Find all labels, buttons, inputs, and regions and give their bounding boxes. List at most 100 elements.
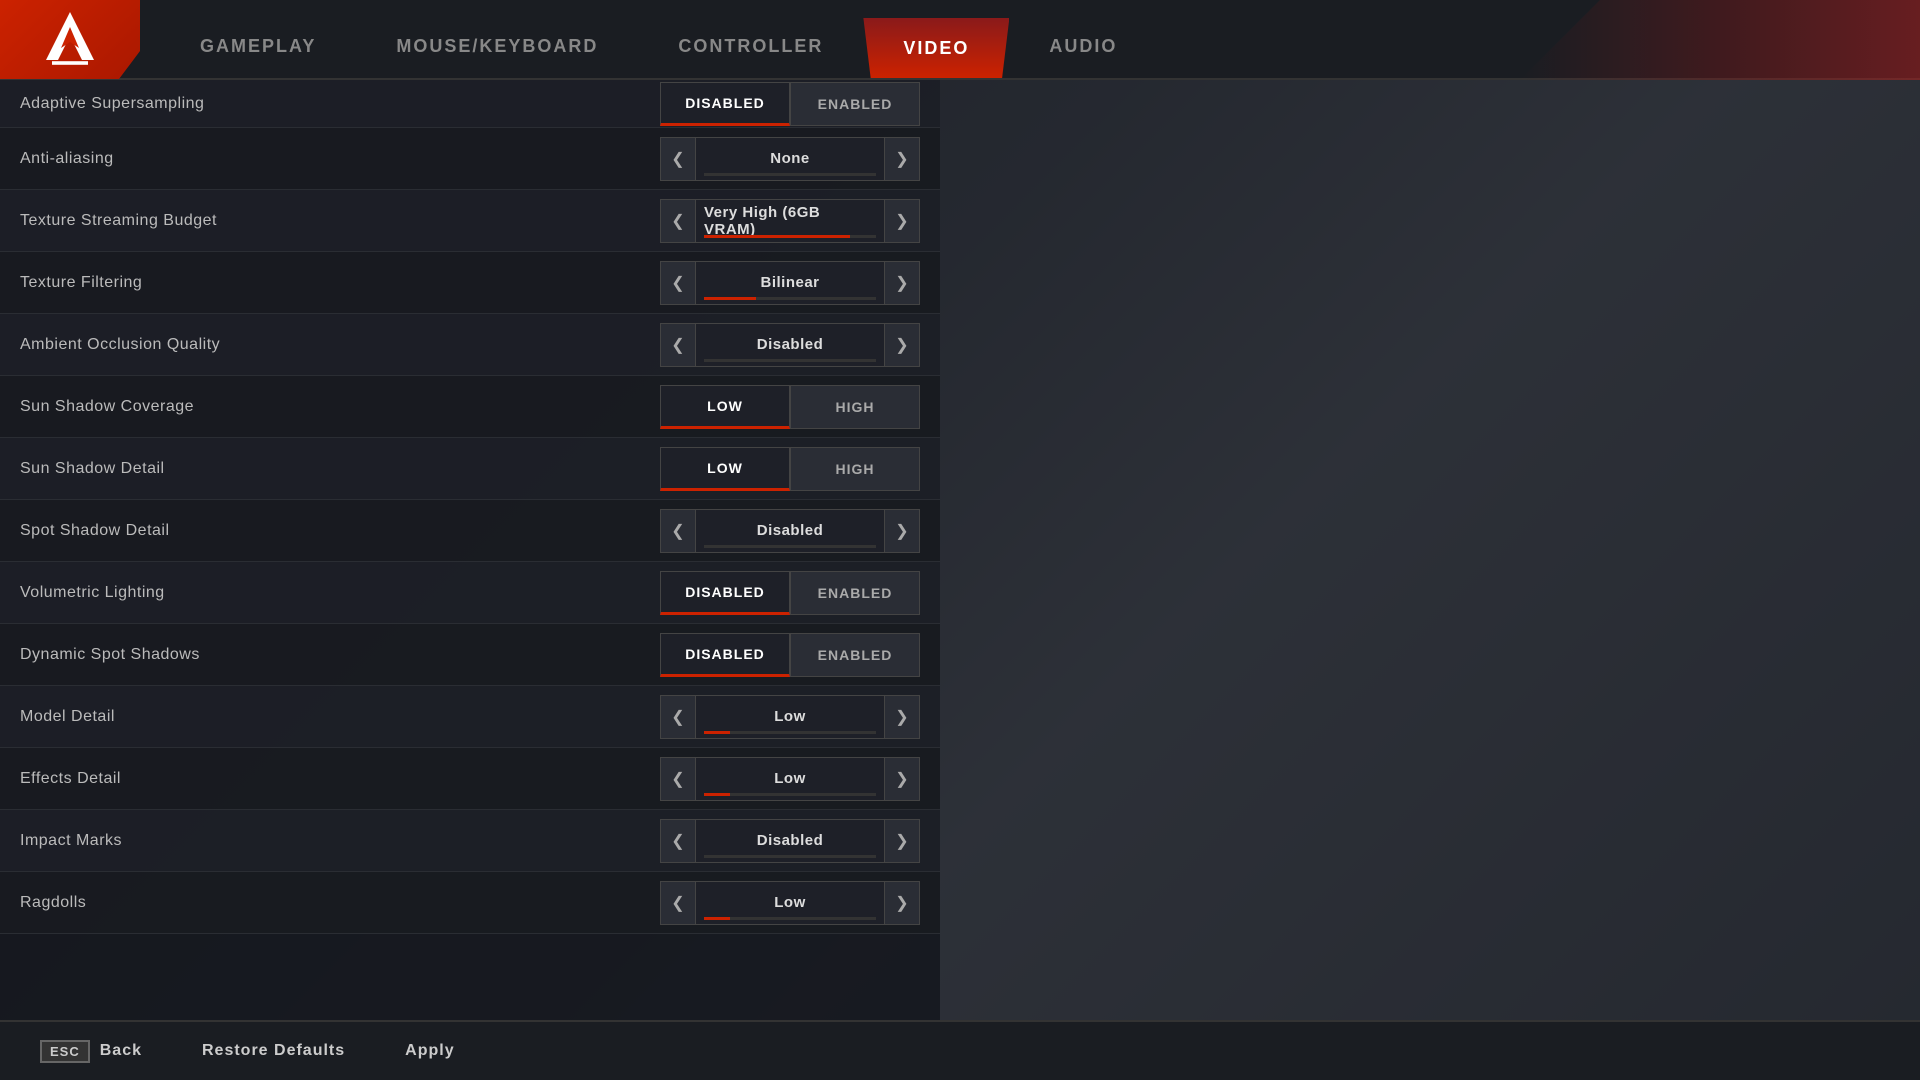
arrow-right-texture-filtering[interactable]: ❯ bbox=[884, 261, 920, 305]
setting-label-dynamic-spot-shadows: Dynamic Spot Shadows bbox=[20, 646, 660, 664]
toggle-btn-sun-shadow-coverage-high[interactable]: High bbox=[790, 385, 920, 429]
back-label: Back bbox=[100, 1042, 142, 1060]
setting-label-model-detail: Model Detail bbox=[20, 708, 660, 726]
value-display-effects-detail: Low bbox=[696, 757, 884, 801]
value-text-anti-aliasing: None bbox=[770, 150, 810, 167]
arrow-right-effects-detail[interactable]: ❯ bbox=[884, 757, 920, 801]
setting-label-adaptive-supersampling: Adaptive Supersampling bbox=[20, 95, 660, 113]
setting-row-sun-shadow-detail: Sun Shadow DetailLowHigh bbox=[0, 438, 940, 500]
value-bar-fill-effects-detail bbox=[704, 793, 730, 796]
setting-row-impact-marks: Impact Marks❮Disabled❯ bbox=[0, 810, 940, 872]
setting-label-volumetric-lighting: Volumetric Lighting bbox=[20, 584, 660, 602]
nav-tab-controller[interactable]: CONTROLLER bbox=[638, 18, 863, 78]
arrow-control-anti-aliasing: ❮ None ❯ bbox=[660, 137, 920, 181]
value-display-ragdolls: Low bbox=[696, 881, 884, 925]
toggle-btn-adaptive-supersampling-enabled[interactable]: Enabled bbox=[790, 82, 920, 126]
value-text-ambient-occlusion: Disabled bbox=[757, 336, 824, 353]
esc-key: ESC bbox=[40, 1040, 90, 1063]
value-bar-texture-streaming-budget bbox=[704, 235, 876, 238]
header: GAMEPLAYMOUSE/KEYBOARDCONTROLLERVIDEOAUD… bbox=[0, 0, 1920, 80]
toggle-btn-sun-shadow-detail-low[interactable]: Low bbox=[660, 447, 790, 491]
arrow-right-texture-streaming-budget[interactable]: ❯ bbox=[884, 199, 920, 243]
toggle-btn-sun-shadow-coverage-low[interactable]: Low bbox=[660, 385, 790, 429]
arrow-left-texture-filtering[interactable]: ❮ bbox=[660, 261, 696, 305]
setting-row-anti-aliasing: Anti-aliasing❮ None ❯ bbox=[0, 128, 940, 190]
toggle-btn-dynamic-spot-shadows-enabled[interactable]: Enabled bbox=[790, 633, 920, 677]
arrow-right-ragdolls[interactable]: ❯ bbox=[884, 881, 920, 925]
setting-row-sun-shadow-coverage: Sun Shadow CoverageLowHigh bbox=[0, 376, 940, 438]
setting-control-dynamic-spot-shadows: DisabledEnabled bbox=[660, 633, 920, 677]
setting-row-volumetric-lighting: Volumetric LightingDisabledEnabled bbox=[0, 562, 940, 624]
toggle-btn-volumetric-lighting-enabled[interactable]: Enabled bbox=[790, 571, 920, 615]
nav-tab-gameplay[interactable]: GAMEPLAY bbox=[160, 18, 356, 78]
value-text-effects-detail: Low bbox=[774, 770, 806, 787]
setting-row-effects-detail: Effects Detail❮ Low ❯ bbox=[0, 748, 940, 810]
arrow-left-anti-aliasing[interactable]: ❮ bbox=[660, 137, 696, 181]
arrow-left-model-detail[interactable]: ❮ bbox=[660, 695, 696, 739]
arrow-control-texture-streaming-budget: ❮Very High (6GB VRAM)❯ bbox=[660, 199, 920, 243]
back-button[interactable]: ESC Back bbox=[40, 1040, 142, 1063]
arrow-control-ragdolls: ❮Low❯ bbox=[660, 881, 920, 925]
setting-control-anti-aliasing: ❮ None ❯ bbox=[660, 137, 920, 181]
arrow-left-effects-detail[interactable]: ❮ bbox=[660, 757, 696, 801]
setting-row-dynamic-spot-shadows: Dynamic Spot ShadowsDisabledEnabled bbox=[0, 624, 940, 686]
settings-list[interactable]: Adaptive SupersamplingDisabledEnabledAnt… bbox=[0, 80, 940, 1020]
nav-tab-video[interactable]: VIDEO bbox=[863, 18, 1009, 78]
setting-control-ambient-occlusion: ❮ Disabled ❯ bbox=[660, 323, 920, 367]
setting-row-texture-filtering: Texture Filtering❮ Bilinear ❯ bbox=[0, 252, 940, 314]
setting-label-texture-filtering: Texture Filtering bbox=[20, 274, 660, 292]
value-text-texture-filtering: Bilinear bbox=[760, 274, 819, 291]
toggle-control-sun-shadow-coverage: LowHigh bbox=[660, 385, 920, 429]
apply-button[interactable]: Apply bbox=[405, 1042, 454, 1060]
arrow-control-spot-shadow-detail: ❮ Disabled ❯ bbox=[660, 509, 920, 553]
value-text-impact-marks: Disabled bbox=[757, 832, 824, 849]
arrow-left-spot-shadow-detail[interactable]: ❮ bbox=[660, 509, 696, 553]
setting-label-ragdolls: Ragdolls bbox=[20, 894, 660, 912]
value-display-anti-aliasing: None bbox=[696, 137, 884, 181]
setting-label-sun-shadow-coverage: Sun Shadow Coverage bbox=[20, 398, 660, 416]
arrow-left-ragdolls[interactable]: ❮ bbox=[660, 881, 696, 925]
setting-control-effects-detail: ❮ Low ❯ bbox=[660, 757, 920, 801]
value-bar-fill-texture-filtering bbox=[704, 297, 756, 300]
toggle-control-dynamic-spot-shadows: DisabledEnabled bbox=[660, 633, 920, 677]
restore-label: Restore Defaults bbox=[202, 1042, 345, 1060]
setting-control-sun-shadow-coverage: LowHigh bbox=[660, 385, 920, 429]
value-bar-ragdolls bbox=[704, 917, 876, 920]
toggle-control-sun-shadow-detail: LowHigh bbox=[660, 447, 920, 491]
restore-defaults-button[interactable]: Restore Defaults bbox=[202, 1042, 345, 1060]
arrow-right-anti-aliasing[interactable]: ❯ bbox=[884, 137, 920, 181]
setting-control-texture-filtering: ❮ Bilinear ❯ bbox=[660, 261, 920, 305]
value-bar-texture-filtering bbox=[704, 297, 876, 300]
arrow-right-impact-marks[interactable]: ❯ bbox=[884, 819, 920, 863]
value-bar-effects-detail bbox=[704, 793, 876, 796]
arrow-left-texture-streaming-budget[interactable]: ❮ bbox=[660, 199, 696, 243]
toggle-btn-adaptive-supersampling-disabled[interactable]: Disabled bbox=[660, 82, 790, 126]
toggle-btn-dynamic-spot-shadows-disabled[interactable]: Disabled bbox=[660, 633, 790, 677]
right-panel bbox=[940, 80, 1920, 1020]
value-bar-model-detail bbox=[704, 731, 876, 734]
setting-label-ambient-occlusion: Ambient Occlusion Quality bbox=[20, 336, 660, 354]
setting-control-sun-shadow-detail: LowHigh bbox=[660, 447, 920, 491]
setting-control-ragdolls: ❮Low❯ bbox=[660, 881, 920, 925]
nav-tab-mouse-keyboard[interactable]: MOUSE/KEYBOARD bbox=[356, 18, 638, 78]
arrow-right-model-detail[interactable]: ❯ bbox=[884, 695, 920, 739]
arrow-control-ambient-occlusion: ❮ Disabled ❯ bbox=[660, 323, 920, 367]
toggle-control-volumetric-lighting: DisabledEnabled bbox=[660, 571, 920, 615]
arrow-left-impact-marks[interactable]: ❮ bbox=[660, 819, 696, 863]
setting-label-spot-shadow-detail: Spot Shadow Detail bbox=[20, 522, 660, 540]
arrow-left-ambient-occlusion[interactable]: ❮ bbox=[660, 323, 696, 367]
setting-row-ragdolls: Ragdolls❮Low❯ bbox=[0, 872, 940, 934]
value-bar-anti-aliasing bbox=[704, 173, 876, 176]
arrow-right-ambient-occlusion[interactable]: ❯ bbox=[884, 323, 920, 367]
value-text-spot-shadow-detail: Disabled bbox=[757, 522, 824, 539]
setting-label-effects-detail: Effects Detail bbox=[20, 770, 660, 788]
toggle-btn-sun-shadow-detail-high[interactable]: High bbox=[790, 447, 920, 491]
value-text-model-detail: Low bbox=[774, 708, 806, 725]
toggle-btn-volumetric-lighting-disabled[interactable]: Disabled bbox=[660, 571, 790, 615]
arrow-right-spot-shadow-detail[interactable]: ❯ bbox=[884, 509, 920, 553]
settings-panel: Adaptive SupersamplingDisabledEnabledAnt… bbox=[0, 80, 940, 1020]
nav-tab-audio[interactable]: AUDIO bbox=[1009, 18, 1157, 78]
setting-label-sun-shadow-detail: Sun Shadow Detail bbox=[20, 460, 660, 478]
arrow-control-effects-detail: ❮ Low ❯ bbox=[660, 757, 920, 801]
setting-label-anti-aliasing: Anti-aliasing bbox=[20, 150, 660, 168]
